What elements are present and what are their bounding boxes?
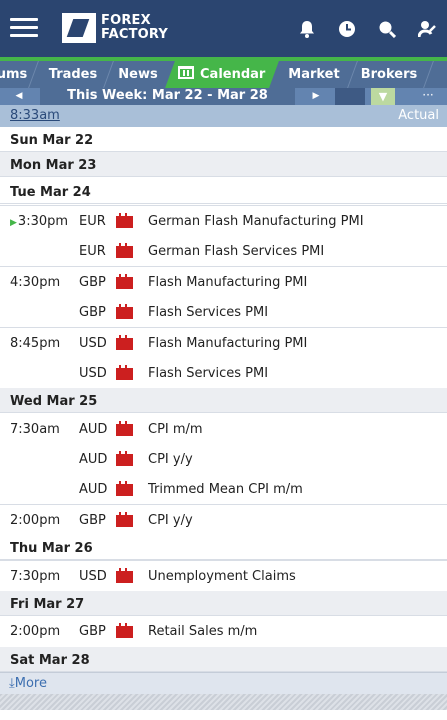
search-icon[interactable] [367,9,407,49]
event-currency: GBP [79,305,106,320]
day-header-fri-mar-27: Fri Mar 27 [0,591,447,616]
event-currency: GBP [79,624,106,639]
footer-stripe [0,694,447,710]
event-row[interactable]: USD Flash Services PMI [0,358,447,388]
logo-text: FOREX FACTORY [101,14,168,42]
event-currency: EUR [79,244,106,259]
tab-news[interactable]: News [112,61,164,88]
event-row[interactable]: AUD Trimmed Mean CPI m/m [0,474,447,504]
event-row[interactable]: 8:45pm USD Flash Manufacturing PMI [0,327,447,357]
event-time: 2:00pm [10,513,61,528]
more-options-icon[interactable]: ··· [416,88,440,105]
event-title: Flash Manufacturing PMI [148,336,308,351]
calendar-icon [178,66,195,79]
user-icon[interactable] [407,9,447,49]
high-impact-icon[interactable] [116,623,133,638]
high-impact-icon[interactable] [116,568,133,583]
event-row[interactable]: 4:30pm GBP Flash Manufacturing PMI [0,266,447,296]
event-row[interactable]: 2:00pm GBP Retail Sales m/m [0,616,447,646]
event-title: CPI y/y [148,513,193,528]
calendar-header-row: 8:33am Actual [0,105,447,127]
event-title: Flash Services PMI [148,366,269,381]
logo-mark-icon [62,13,96,43]
event-currency: AUD [79,422,108,437]
high-impact-icon[interactable] [116,335,133,350]
event-title: German Flash Manufacturing PMI [148,214,364,229]
event-time: 7:30pm [10,569,61,584]
event-title: CPI m/m [148,422,203,437]
event-row[interactable]: AUD CPI y/y [0,444,447,474]
event-time: 4:30pm [10,275,61,290]
high-impact-icon[interactable] [116,243,133,258]
high-impact-icon[interactable] [116,304,133,319]
high-impact-icon[interactable] [116,451,133,466]
high-impact-icon[interactable] [116,213,133,228]
main-tabs: ums Trades News Calendar Market Brokers [0,61,447,88]
tab-trades[interactable]: Trades [38,61,108,88]
event-row[interactable]: 7:30pm USD Unemployment Claims [0,560,447,590]
day-header-sat-mar-28: Sat Mar 28 [0,647,447,672]
tab-market[interactable]: Market [285,61,343,88]
actual-column-header: Actual [398,108,439,123]
event-title: Retail Sales m/m [148,624,258,639]
day-header-mon-mar-23: Mon Mar 23 [0,152,447,177]
event-currency: USD [79,336,107,351]
high-impact-icon[interactable] [116,421,133,436]
event-time: 7:30am [10,422,60,437]
event-currency: GBP [79,275,106,290]
tab-brokers[interactable]: Brokers [358,61,420,88]
event-time: 8:45pm [10,336,61,351]
logo-line-1: FOREX [101,13,151,28]
event-currency: GBP [79,513,106,528]
next-week-button[interactable]: ▶ [305,88,327,105]
prev-week-button[interactable]: ◀ [8,88,30,105]
event-title: German Flash Services PMI [148,244,325,259]
event-currency: AUD [79,452,108,467]
week-nav: ◀ This Week: Mar 22 - Mar 28 ▶ ▼ ··· [0,88,447,105]
event-title: CPI y/y [148,452,193,467]
event-row[interactable]: GBP Flash Services PMI [0,297,447,327]
more-bar: ⤓More [0,672,447,694]
filter-icon[interactable]: ▼ [371,88,395,105]
more-link[interactable]: ⤓More [9,676,47,691]
tab-forums[interactable]: ums [0,61,30,88]
bell-icon[interactable] [287,9,327,49]
event-currency: EUR [79,214,106,229]
week-nav-spacer [335,88,365,105]
event-title: Unemployment Claims [148,569,296,584]
event-title: Flash Services PMI [148,305,269,320]
day-header-sun-mar-22: Sun Mar 22 [0,127,447,152]
tab-calendar[interactable]: Calendar [165,61,279,88]
forex-factory-logo[interactable]: FOREX FACTORY [62,12,168,44]
event-row[interactable]: ▶3:30pm EUR German Flash Manufacturing P… [0,205,447,235]
top-header: FOREX FACTORY [0,0,447,57]
week-label[interactable]: This Week: Mar 22 - Mar 28 [40,88,295,105]
event-title: Trimmed Mean CPI m/m [148,482,303,497]
event-title: Flash Manufacturing PMI [148,275,308,290]
event-row[interactable]: EUR German Flash Services PMI [0,236,447,266]
event-row[interactable]: 7:30am AUD CPI m/m [0,414,447,444]
tab-calendar-label: Calendar [200,67,266,82]
logo-line-2: FACTORY [101,27,169,42]
event-currency: USD [79,366,107,381]
high-impact-icon[interactable] [116,274,133,289]
event-currency: USD [79,569,107,584]
current-time-link[interactable]: 8:33am [10,108,60,123]
event-row[interactable]: 2:00pm GBP CPI y/y [0,504,447,534]
next-event-icon: ▶ [10,218,17,228]
high-impact-icon[interactable] [116,365,133,380]
day-header-thu-mar-26: Thu Mar 26 [0,535,447,560]
event-time: 2:00pm [10,624,61,639]
clock-icon[interactable] [327,9,367,49]
day-header-tue-mar-24: Tue Mar 24 [0,179,447,204]
high-impact-icon[interactable] [116,481,133,496]
footer-blank [0,710,447,720]
high-impact-icon[interactable] [116,512,133,527]
more-label: More [14,676,47,691]
event-currency: AUD [79,482,108,497]
day-header-wed-mar-25: Wed Mar 25 [0,388,447,413]
menu-icon[interactable] [10,18,38,38]
